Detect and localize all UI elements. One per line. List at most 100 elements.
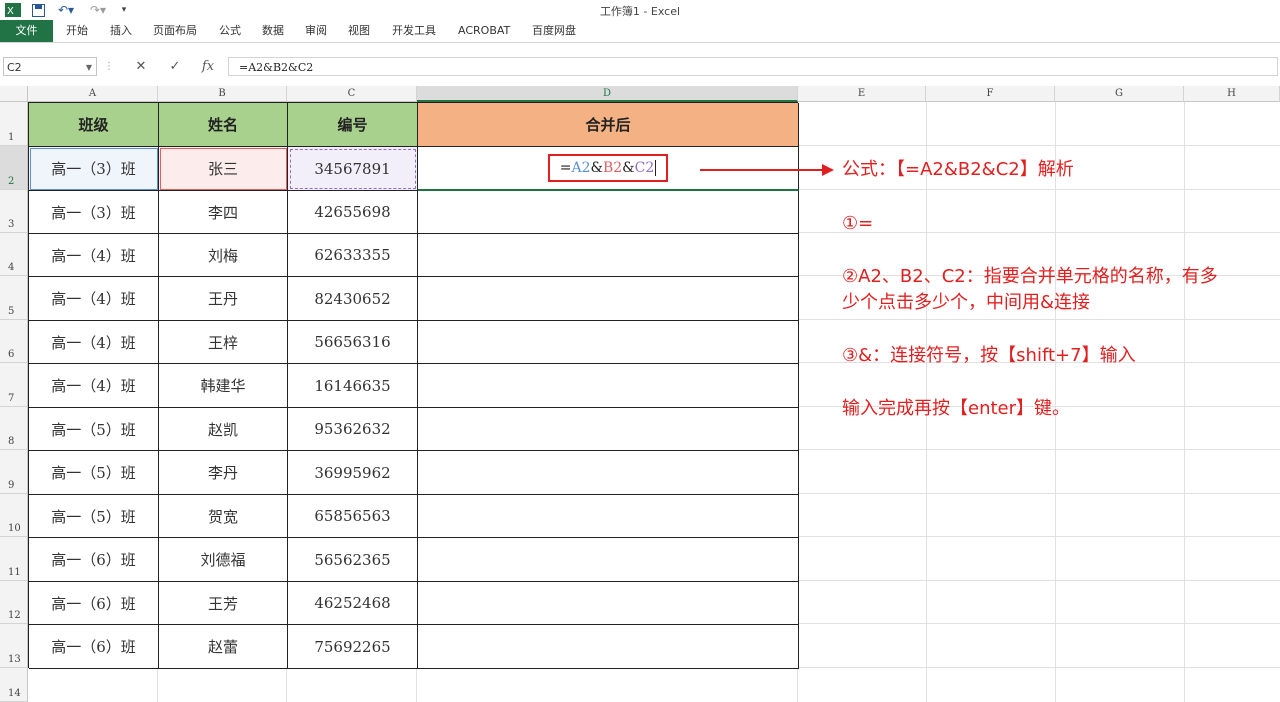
formula-equals: = xyxy=(559,160,572,176)
row-header-4[interactable]: 4 xyxy=(0,233,28,276)
table-cell-number[interactable]: 82430652 xyxy=(288,277,418,321)
annotation-step-1: ①= xyxy=(842,213,874,234)
formula-input[interactable]: =A2&B2&C2 xyxy=(228,57,1278,76)
table-cell-name[interactable]: 李丹 xyxy=(159,451,288,495)
text-cursor xyxy=(655,160,657,176)
table-cell-class[interactable]: 高一（4）班 xyxy=(29,364,159,408)
column-header-e[interactable]: E xyxy=(798,86,926,102)
row-header-2[interactable]: 2 xyxy=(0,146,28,190)
table-cell-merged[interactable] xyxy=(418,191,799,234)
table-cell-name[interactable]: 王梓 xyxy=(159,321,288,364)
table-cell-merged[interactable] xyxy=(418,625,799,669)
select-all-corner[interactable] xyxy=(0,86,28,102)
table-cell-class[interactable]: 高一（6）班 xyxy=(29,625,159,669)
insert-function-icon[interactable]: fx xyxy=(196,58,220,76)
table-cell-name[interactable]: 赵蕾 xyxy=(159,625,288,669)
header-cell-number[interactable]: 编号 xyxy=(288,103,418,147)
chevron-down-icon[interactable]: ▼ xyxy=(86,58,92,77)
window-title: 工作簿1 - Excel xyxy=(599,5,681,18)
tab-insert[interactable]: 插入 xyxy=(110,20,132,42)
table-cell-class[interactable]: 高一（5）班 xyxy=(29,408,159,451)
table-cell-name[interactable]: 贺宽 xyxy=(159,495,288,538)
table-cell-merged[interactable] xyxy=(418,451,799,495)
table-cell-merged[interactable] xyxy=(418,408,799,451)
header-cell-merged[interactable]: 合并后 xyxy=(418,103,799,147)
tab-home[interactable]: 开始 xyxy=(66,20,88,42)
column-header-d[interactable]: D xyxy=(417,86,798,102)
formula-ref-b2: B2 xyxy=(602,160,623,176)
table-cell-class[interactable]: 高一（5）班 xyxy=(29,451,159,495)
table-cell-class[interactable]: 高一（5）班 xyxy=(29,495,159,538)
header-cell-name[interactable]: 姓名 xyxy=(159,103,288,147)
row-header-6[interactable]: 6 xyxy=(0,320,28,363)
column-header-c[interactable]: C xyxy=(287,86,417,102)
table-cell-name[interactable]: 刘梅 xyxy=(159,234,288,277)
enter-icon[interactable]: ✓ xyxy=(164,58,186,76)
table-cell-class[interactable]: 高一（6）班 xyxy=(29,538,159,582)
row-header-3[interactable]: 3 xyxy=(0,190,28,233)
table-cell-name[interactable]: 刘德福 xyxy=(159,538,288,582)
table-cell-merged[interactable] xyxy=(418,582,799,625)
table-cell-number[interactable]: 62633355 xyxy=(288,234,418,277)
row-header-8[interactable]: 8 xyxy=(0,407,28,450)
table-cell-number[interactable]: 16146635 xyxy=(288,364,418,408)
tab-baidu-netdisk[interactable]: 百度网盘 xyxy=(532,20,576,42)
table-cell-name[interactable]: 赵凯 xyxy=(159,408,288,451)
tab-review[interactable]: 审阅 xyxy=(305,20,327,42)
table-cell-merged[interactable] xyxy=(418,495,799,538)
annotation-title: 公式：【=A2&B2&C2】解析 xyxy=(842,159,1074,180)
row-header-10[interactable]: 10 xyxy=(0,494,28,537)
row-header-11[interactable]: 11 xyxy=(0,537,28,581)
table-cell-number[interactable]: 36995962 xyxy=(288,451,418,495)
table-cell-merged[interactable] xyxy=(418,277,799,321)
name-box[interactable]: C2 ▼ xyxy=(3,57,97,76)
column-header-g[interactable]: G xyxy=(1055,86,1184,102)
column-header-a[interactable]: A xyxy=(28,86,158,102)
tab-file[interactable]: 文件 xyxy=(0,20,53,42)
table-cell-merged[interactable] xyxy=(418,364,799,408)
table-cell-class[interactable]: 高一（4）班 xyxy=(29,321,159,364)
column-header-h[interactable]: H xyxy=(1184,86,1280,102)
column-header-b[interactable]: B xyxy=(158,86,287,102)
table-cell-number[interactable]: 46252468 xyxy=(288,582,418,625)
cancel-icon[interactable]: ✕ xyxy=(130,58,152,76)
table-cell-class[interactable]: 高一（4）班 xyxy=(29,277,159,321)
column-header-f[interactable]: F xyxy=(926,86,1055,102)
formula-bar: C2 ▼ ⋮ ✕ ✓ fx =A2&B2&C2 xyxy=(0,56,1280,80)
table-cell-name[interactable]: 王芳 xyxy=(159,582,288,625)
row-header-13[interactable]: 13 xyxy=(0,624,28,668)
table-cell-name[interactable]: 李四 xyxy=(159,191,288,234)
table-cell-merged[interactable] xyxy=(418,538,799,582)
row-header-7[interactable]: 7 xyxy=(0,363,28,407)
table-cell-number[interactable]: 75692265 xyxy=(288,625,418,669)
table-cell-merged[interactable] xyxy=(418,321,799,364)
tab-view[interactable]: 视图 xyxy=(348,20,370,42)
table-cell-name[interactable]: 王丹 xyxy=(159,277,288,321)
table-cell-class[interactable]: 高一（4）班 xyxy=(29,234,159,277)
table-cell-number[interactable]: 56656316 xyxy=(288,321,418,364)
table-cell-number[interactable]: 65856563 xyxy=(288,495,418,538)
row-header-1[interactable]: 1 xyxy=(0,102,28,146)
row-header-9[interactable]: 9 xyxy=(0,450,28,494)
table-cell-class[interactable]: 高一（3）班 xyxy=(29,147,159,191)
table-cell-name[interactable]: 张三 xyxy=(159,147,288,191)
table-cell-number[interactable]: 34567891 xyxy=(288,147,418,191)
tab-data[interactable]: 数据 xyxy=(262,20,284,42)
tab-developer[interactable]: 开发工具 xyxy=(392,20,436,42)
row-header-5[interactable]: 5 xyxy=(0,276,28,320)
tab-acrobat[interactable]: ACROBAT xyxy=(458,20,510,42)
table-cell-number[interactable]: 42655698 xyxy=(288,191,418,234)
table-cell-number[interactable]: 56562365 xyxy=(288,538,418,582)
table-cell-merged[interactable] xyxy=(418,234,799,277)
table-cell-name[interactable]: 韩建华 xyxy=(159,364,288,408)
formula-edit-box[interactable]: = A2 & B2 & C2 xyxy=(548,154,668,182)
row-header-12[interactable]: 12 xyxy=(0,581,28,624)
table-cell-class[interactable]: 高一（6）班 xyxy=(29,582,159,625)
row-header-14[interactable]: 14 xyxy=(0,668,28,702)
header-cell-class[interactable]: 班级 xyxy=(29,103,159,147)
tab-formulas[interactable]: 公式 xyxy=(219,20,241,42)
table-cell-number[interactable]: 95362632 xyxy=(288,408,418,451)
tab-page-layout[interactable]: 页面布局 xyxy=(153,20,197,42)
table-cell-class[interactable]: 高一（3）班 xyxy=(29,191,159,234)
title-bar: X ↶▾ ↷▾ ▾ 工作簿1 - Excel xyxy=(0,0,1280,20)
